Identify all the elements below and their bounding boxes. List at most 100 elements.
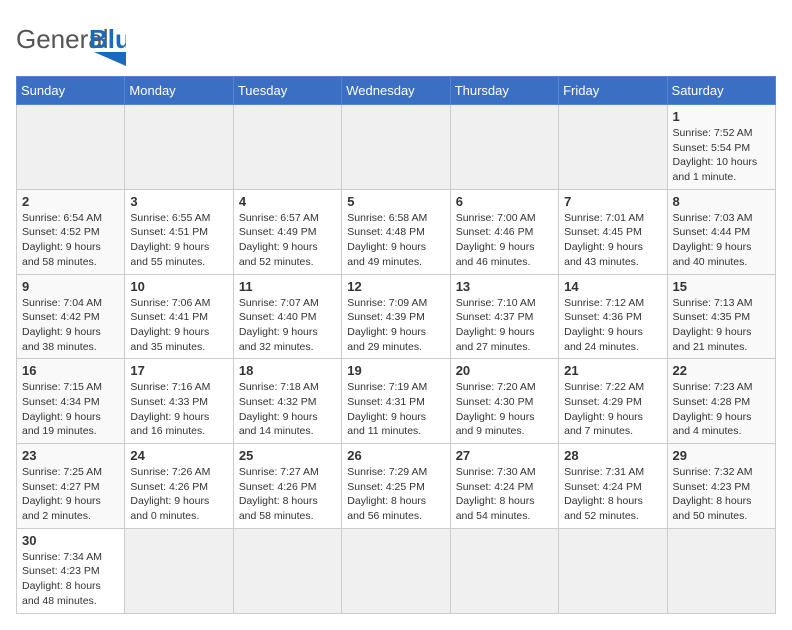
calendar-cell	[17, 105, 125, 190]
calendar-cell: 17 Sunrise: 7:16 AM Sunset: 4:33 PM Dayli…	[125, 359, 233, 444]
day-info: Sunrise: 7:06 AM Sunset: 4:41 PM Dayligh…	[130, 296, 227, 355]
calendar-cell: 27 Sunrise: 7:30 AM Sunset: 4:24 PM Dayli…	[450, 444, 558, 529]
day-info: Sunrise: 7:18 AM Sunset: 4:32 PM Dayligh…	[239, 380, 336, 439]
day-info: Sunrise: 7:16 AM Sunset: 4:33 PM Dayligh…	[130, 380, 227, 439]
day-number: 19	[347, 363, 444, 378]
day-number: 2	[22, 194, 119, 209]
day-number: 27	[456, 448, 553, 463]
day-info: Sunrise: 7:12 AM Sunset: 4:36 PM Dayligh…	[564, 296, 661, 355]
calendar-cell	[342, 105, 450, 190]
day-number: 24	[130, 448, 227, 463]
day-info: Sunrise: 7:32 AM Sunset: 4:23 PM Dayligh…	[673, 465, 770, 524]
day-number: 21	[564, 363, 661, 378]
day-info: Sunrise: 7:13 AM Sunset: 4:35 PM Dayligh…	[673, 296, 770, 355]
day-number: 17	[130, 363, 227, 378]
calendar-day-header: Tuesday	[233, 77, 341, 105]
day-info: Sunrise: 7:30 AM Sunset: 4:24 PM Dayligh…	[456, 465, 553, 524]
day-info: Sunrise: 7:22 AM Sunset: 4:29 PM Dayligh…	[564, 380, 661, 439]
calendar-cell	[450, 105, 558, 190]
calendar-cell: 25 Sunrise: 7:27 AM Sunset: 4:26 PM Dayli…	[233, 444, 341, 529]
calendar-cell	[342, 528, 450, 613]
day-number: 28	[564, 448, 661, 463]
calendar-cell	[667, 528, 775, 613]
day-info: Sunrise: 7:15 AM Sunset: 4:34 PM Dayligh…	[22, 380, 119, 439]
logo: General Blue	[16, 16, 126, 66]
day-number: 5	[347, 194, 444, 209]
day-number: 9	[22, 279, 119, 294]
calendar-cell: 2Sunrise: 6:54 AM Sunset: 4:52 PM Daylig…	[17, 189, 125, 274]
calendar-day-header: Friday	[559, 77, 667, 105]
day-number: 3	[130, 194, 227, 209]
day-number: 14	[564, 279, 661, 294]
day-number: 30	[22, 533, 119, 548]
calendar-cell: 16 Sunrise: 7:15 AM Sunset: 4:34 PM Dayli…	[17, 359, 125, 444]
calendar-week-row: 30Sunrise: 7:34 AM Sunset: 4:23 PM Dayli…	[17, 528, 776, 613]
day-number: 23	[22, 448, 119, 463]
day-number: 12	[347, 279, 444, 294]
calendar-cell: 22 Sunrise: 7:23 AM Sunset: 4:28 PM Dayli…	[667, 359, 775, 444]
day-info: Sunrise: 7:03 AM Sunset: 4:44 PM Dayligh…	[673, 211, 770, 270]
day-info: Sunrise: 7:09 AM Sunset: 4:39 PM Dayligh…	[347, 296, 444, 355]
day-info: Sunrise: 7:23 AM Sunset: 4:28 PM Dayligh…	[673, 380, 770, 439]
calendar-cell	[233, 528, 341, 613]
calendar-cell: 18Sunrise: 7:18 AM Sunset: 4:32 PM Dayli…	[233, 359, 341, 444]
calendar-cell: 8 Sunrise: 7:03 AM Sunset: 4:44 PM Daylig…	[667, 189, 775, 274]
calendar-cell: 9Sunrise: 7:04 AM Sunset: 4:42 PM Daylig…	[17, 274, 125, 359]
day-number: 25	[239, 448, 336, 463]
calendar-day-header: Saturday	[667, 77, 775, 105]
calendar-cell: 26 Sunrise: 7:29 AM Sunset: 4:25 PM Dayli…	[342, 444, 450, 529]
day-number: 22	[673, 363, 770, 378]
day-number: 16	[22, 363, 119, 378]
calendar-cell: 5 Sunrise: 6:58 AM Sunset: 4:48 PM Daylig…	[342, 189, 450, 274]
day-info: Sunrise: 7:27 AM Sunset: 4:26 PM Dayligh…	[239, 465, 336, 524]
day-info: Sunrise: 6:55 AM Sunset: 4:51 PM Dayligh…	[130, 211, 227, 270]
day-info: Sunrise: 7:01 AM Sunset: 4:45 PM Dayligh…	[564, 211, 661, 270]
calendar-cell: 21 Sunrise: 7:22 AM Sunset: 4:29 PM Dayli…	[559, 359, 667, 444]
calendar-week-row: 1Sunrise: 7:52 AM Sunset: 5:54 PM Daylig…	[17, 105, 776, 190]
day-info: Sunrise: 7:31 AM Sunset: 4:24 PM Dayligh…	[564, 465, 661, 524]
calendar-cell	[559, 105, 667, 190]
day-info: Sunrise: 6:58 AM Sunset: 4:48 PM Dayligh…	[347, 211, 444, 270]
day-info: Sunrise: 7:25 AM Sunset: 4:27 PM Dayligh…	[22, 465, 119, 524]
calendar-cell	[125, 528, 233, 613]
calendar-cell: 11Sunrise: 7:07 AM Sunset: 4:40 PM Dayli…	[233, 274, 341, 359]
calendar-cell: 3 Sunrise: 6:55 AM Sunset: 4:51 PM Daylig…	[125, 189, 233, 274]
calendar-cell: 30Sunrise: 7:34 AM Sunset: 4:23 PM Dayli…	[17, 528, 125, 613]
calendar-day-header: Sunday	[17, 77, 125, 105]
svg-text:Blue: Blue	[89, 24, 126, 54]
day-number: 7	[564, 194, 661, 209]
calendar-cell	[233, 105, 341, 190]
day-number: 6	[456, 194, 553, 209]
calendar-cell: 6 Sunrise: 7:00 AM Sunset: 4:46 PM Daylig…	[450, 189, 558, 274]
calendar-cell: 7 Sunrise: 7:01 AM Sunset: 4:45 PM Daylig…	[559, 189, 667, 274]
day-number: 4	[239, 194, 336, 209]
day-number: 8	[673, 194, 770, 209]
calendar-week-row: 9Sunrise: 7:04 AM Sunset: 4:42 PM Daylig…	[17, 274, 776, 359]
calendar-cell: 12 Sunrise: 7:09 AM Sunset: 4:39 PM Dayli…	[342, 274, 450, 359]
calendar-cell: 24Sunrise: 7:26 AM Sunset: 4:26 PM Dayli…	[125, 444, 233, 529]
calendar-week-row: 16 Sunrise: 7:15 AM Sunset: 4:34 PM Dayli…	[17, 359, 776, 444]
calendar-cell	[125, 105, 233, 190]
calendar-cell: 1Sunrise: 7:52 AM Sunset: 5:54 PM Daylig…	[667, 105, 775, 190]
logo-svg: General Blue	[16, 16, 126, 66]
day-number: 15	[673, 279, 770, 294]
day-info: Sunrise: 7:19 AM Sunset: 4:31 PM Dayligh…	[347, 380, 444, 439]
calendar-header-row: SundayMondayTuesdayWednesdayThursdayFrid…	[17, 77, 776, 105]
day-info: Sunrise: 7:10 AM Sunset: 4:37 PM Dayligh…	[456, 296, 553, 355]
calendar-cell: 29Sunrise: 7:32 AM Sunset: 4:23 PM Dayli…	[667, 444, 775, 529]
day-number: 10	[130, 279, 227, 294]
calendar-week-row: 2Sunrise: 6:54 AM Sunset: 4:52 PM Daylig…	[17, 189, 776, 274]
calendar-cell	[450, 528, 558, 613]
calendar-cell: 20Sunrise: 7:20 AM Sunset: 4:30 PM Dayli…	[450, 359, 558, 444]
day-info: Sunrise: 7:07 AM Sunset: 4:40 PM Dayligh…	[239, 296, 336, 355]
calendar-day-header: Thursday	[450, 77, 558, 105]
calendar-cell: 10 Sunrise: 7:06 AM Sunset: 4:41 PM Dayli…	[125, 274, 233, 359]
day-number: 26	[347, 448, 444, 463]
day-info: Sunrise: 7:29 AM Sunset: 4:25 PM Dayligh…	[347, 465, 444, 524]
calendar-table: SundayMondayTuesdayWednesdayThursdayFrid…	[16, 76, 776, 614]
calendar-cell: 15 Sunrise: 7:13 AM Sunset: 4:35 PM Dayli…	[667, 274, 775, 359]
calendar-cell: 13Sunrise: 7:10 AM Sunset: 4:37 PM Dayli…	[450, 274, 558, 359]
day-info: Sunrise: 7:00 AM Sunset: 4:46 PM Dayligh…	[456, 211, 553, 270]
calendar-day-header: Monday	[125, 77, 233, 105]
calendar-cell: 19 Sunrise: 7:19 AM Sunset: 4:31 PM Dayli…	[342, 359, 450, 444]
